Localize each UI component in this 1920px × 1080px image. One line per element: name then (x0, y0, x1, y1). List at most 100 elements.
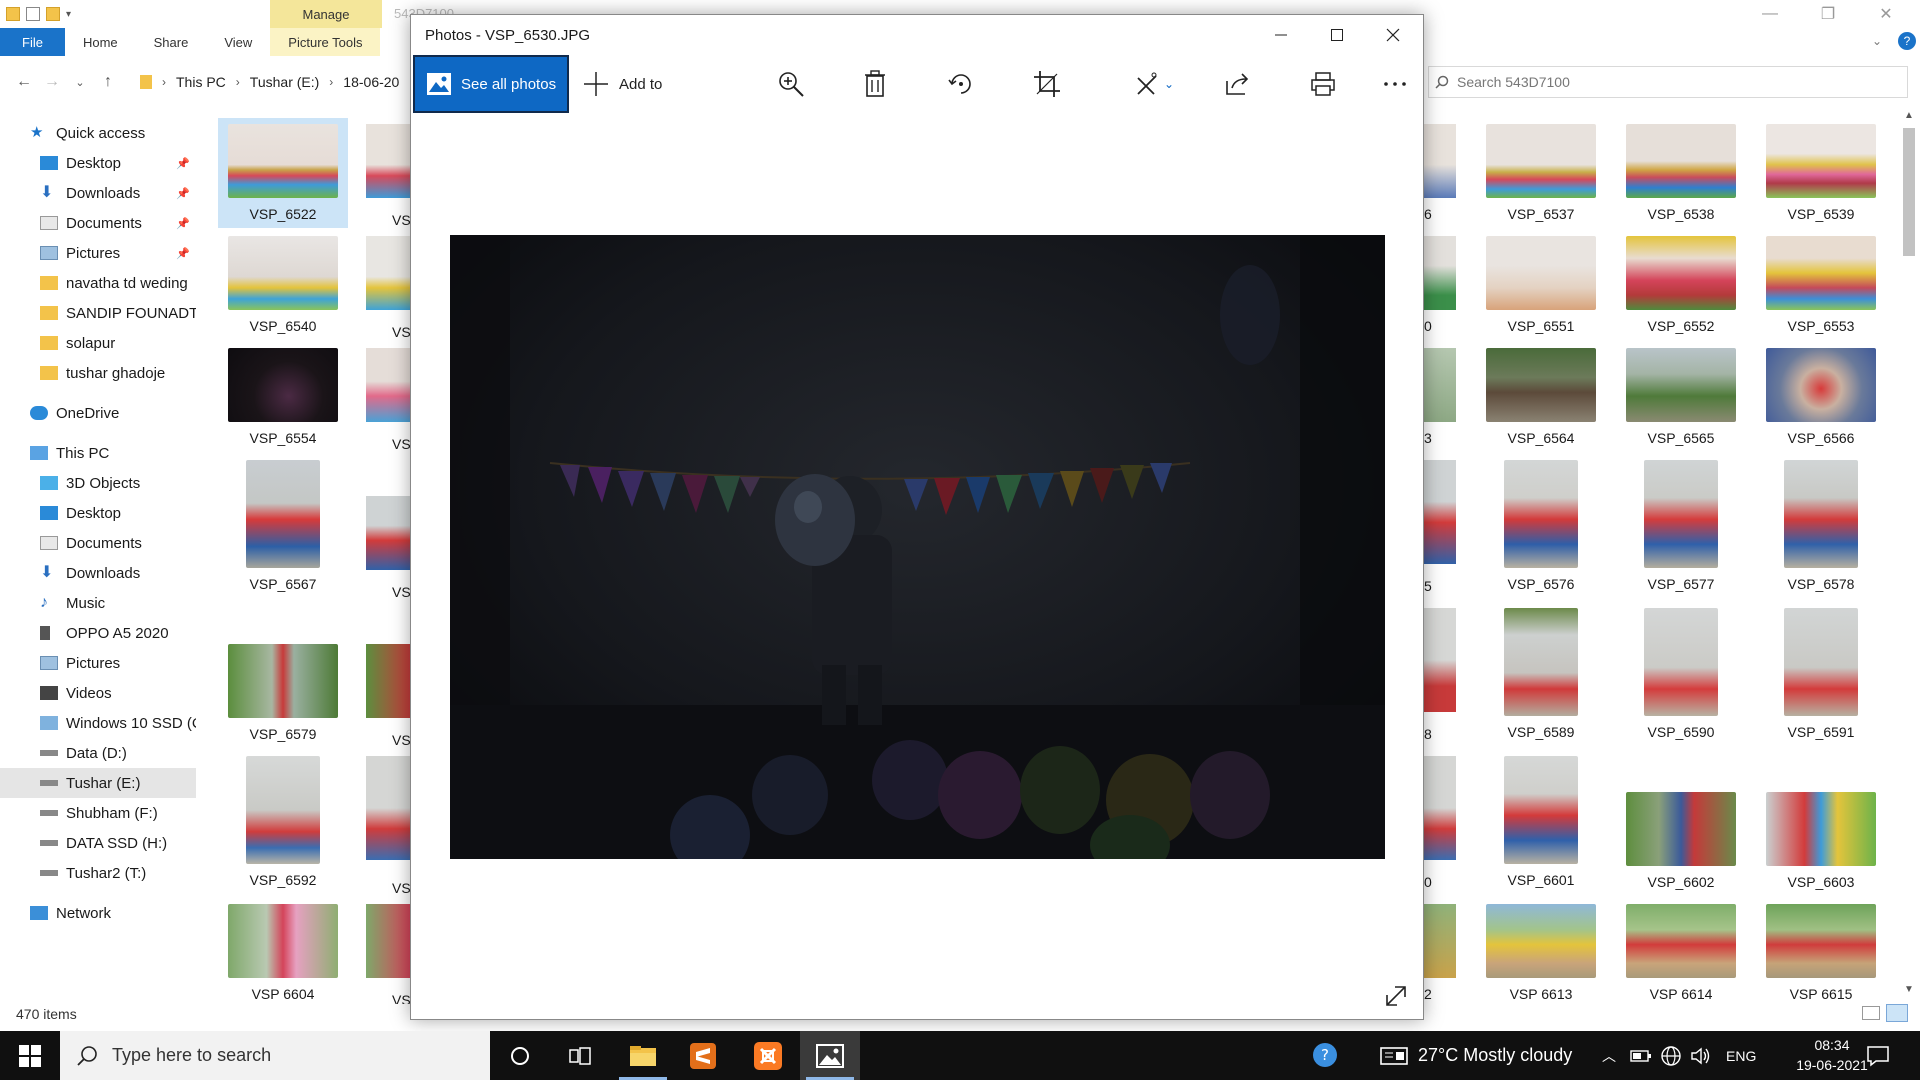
action-center-button[interactable] (1866, 1031, 1890, 1080)
cortana-button[interactable] (490, 1031, 550, 1080)
nav-item-desktop[interactable]: Desktop (0, 498, 196, 528)
add-to-button[interactable]: Add to (583, 69, 662, 99)
nav-network[interactable]: Network (0, 898, 196, 928)
file-item[interactable]: VSP_6567 (218, 460, 348, 592)
explorer-minimize-button[interactable]: — (1742, 0, 1798, 28)
nav-item-pictures[interactable]: Pictures 📌 (0, 238, 196, 268)
tab-share[interactable]: Share (136, 28, 207, 56)
file-item[interactable]: VSP_6540 (218, 236, 348, 334)
fullscreen-button[interactable] (1381, 981, 1411, 1011)
nav-item-drive-selected[interactable]: Tushar (E:) (0, 768, 196, 798)
file-item[interactable]: VSP_6591 (1756, 608, 1886, 740)
search-input[interactable]: Search 543D7100 (1428, 66, 1908, 98)
nav-item-downloads[interactable]: ⬇ Downloads (0, 558, 196, 588)
scrollbar-thumb[interactable] (1903, 128, 1915, 256)
nav-item-music[interactable]: ♪ Music (0, 588, 196, 618)
nav-item-folder[interactable]: SANDIP FOUNADTI( (0, 298, 196, 328)
crop-button[interactable] (1027, 65, 1067, 103)
breadcrumb-this-pc[interactable]: This PC (176, 74, 226, 90)
see-all-photos-button[interactable]: See all photos (413, 55, 569, 113)
rotate-button[interactable] (941, 65, 981, 103)
file-item[interactable]: VSP_6553 (1756, 236, 1886, 334)
manage-contextual-tab[interactable]: Manage (270, 0, 382, 28)
customize-qat-icon[interactable]: ▾ (66, 9, 71, 20)
file-item[interactable]: VSP_6522 (218, 118, 348, 228)
delete-button[interactable] (855, 65, 895, 103)
file-item[interactable]: VSP_6579 (218, 644, 348, 742)
explorer-close-button[interactable]: ✕ (1858, 0, 1914, 28)
file-explorer-taskbar-button[interactable] (613, 1031, 673, 1080)
xampp-taskbar-button[interactable] (738, 1031, 798, 1080)
nav-item-pictures[interactable]: Pictures (0, 648, 196, 678)
file-item[interactable]: VSP_6601 (1476, 756, 1606, 888)
file-item[interactable]: VSP_6576 (1476, 460, 1606, 592)
file-item-label[interactable]: VS (392, 324, 410, 340)
file-item[interactable]: VSP_6565 (1616, 348, 1746, 446)
file-item[interactable]: VSP_6539 (1756, 124, 1886, 222)
tab-picture-tools[interactable]: Picture Tools (270, 28, 381, 56)
file-item[interactable]: VSP_6592 (218, 756, 348, 888)
file-item[interactable]: VSP_6602 (1616, 792, 1746, 890)
explorer-restore-button[interactable]: ❐ (1800, 0, 1856, 28)
nav-item-3d-objects[interactable]: 3D Objects (0, 468, 196, 498)
new-folder-icon[interactable] (46, 7, 60, 21)
nav-item-drive[interactable]: Tushar2 (T:) (0, 858, 196, 888)
ribbon-expand-icon[interactable]: ⌄ (1872, 34, 1882, 48)
network-globe-icon[interactable] (1660, 1031, 1682, 1080)
language-indicator[interactable]: ENG (1726, 1031, 1756, 1080)
more-options-button[interactable] (1375, 65, 1415, 103)
address-bar[interactable]: › This PC › Tushar (E:) › 18-06-20 (136, 64, 420, 100)
breadcrumb-folder[interactable]: 18-06-20 (343, 74, 399, 90)
file-item-label[interactable]: VS (392, 212, 410, 228)
properties-icon[interactable] (26, 7, 40, 21)
file-item[interactable]: VSP_6552 (1616, 236, 1746, 334)
nav-item-downloads[interactable]: ⬇ Downloads 📌 (0, 178, 196, 208)
minimize-button[interactable] (1253, 15, 1309, 55)
nav-item-drive[interactable]: Windows 10 SSD (C (0, 708, 196, 738)
weather-widget[interactable]: 27°C Mostly cloudy (1380, 1031, 1572, 1080)
file-item-label[interactable]: VS (392, 880, 410, 896)
breadcrumb-drive[interactable]: Tushar (E:) (250, 74, 320, 90)
file-item-label[interactable]: VS (392, 584, 410, 600)
tab-file[interactable]: File (0, 28, 65, 56)
file-item[interactable]: VSP_6537 (1476, 124, 1606, 222)
zoom-in-button[interactable] (771, 65, 811, 103)
nav-item-folder[interactable]: navatha td weding (0, 268, 196, 298)
file-item[interactable]: VSP_6551 (1476, 236, 1606, 334)
nav-item-documents[interactable]: Documents 📌 (0, 208, 196, 238)
nav-item-folder[interactable]: tushar ghadoje (0, 358, 196, 388)
file-item[interactable]: VSP 6613 (1476, 904, 1606, 1002)
help-tray-button[interactable]: ? (1310, 1031, 1340, 1080)
details-view-icon[interactable] (1862, 1006, 1880, 1020)
file-item[interactable]: VSP 6615 (1756, 904, 1886, 1002)
file-item[interactable]: VSP_6577 (1616, 460, 1746, 592)
maximize-button[interactable] (1309, 15, 1365, 55)
file-item[interactable]: VSP_6578 (1756, 460, 1886, 592)
file-item[interactable]: VSP_6564 (1476, 348, 1606, 446)
share-button[interactable] (1217, 65, 1257, 103)
photos-taskbar-button[interactable] (800, 1031, 860, 1080)
file-item[interactable]: VSP_6590 (1616, 608, 1746, 740)
photo-viewer-image[interactable] (450, 235, 1385, 859)
nav-item-drive[interactable]: Data (D:) (0, 738, 196, 768)
forward-arrow-icon[interactable]: → (38, 73, 66, 91)
folder-icon[interactable] (6, 7, 20, 21)
recent-locations-icon[interactable]: ⌄ (66, 76, 94, 89)
sublime-text-taskbar-button[interactable] (673, 1031, 733, 1080)
show-hidden-icons-button[interactable]: ︿ (1602, 1031, 1616, 1080)
task-view-button[interactable] (550, 1031, 610, 1080)
system-clock[interactable]: 08:34 19-06-2021 (1788, 1035, 1876, 1075)
nav-item-folder[interactable]: solapur (0, 328, 196, 358)
scroll-down-icon[interactable]: ▼ (1904, 984, 1914, 995)
file-item[interactable]: VSP_6603 (1756, 792, 1886, 890)
file-item[interactable]: VSP_6538 (1616, 124, 1746, 222)
taskbar-search-box[interactable]: Type here to search (60, 1031, 490, 1080)
scroll-up-icon[interactable]: ▲ (1904, 110, 1914, 121)
nav-this-pc[interactable]: This PC (0, 438, 196, 468)
help-icon[interactable]: ? (1898, 32, 1916, 50)
edit-create-button[interactable]: ⌄ (1127, 65, 1181, 103)
nav-quick-access[interactable]: ★ Quick access (0, 118, 196, 148)
nav-item-documents[interactable]: Documents (0, 528, 196, 558)
back-arrow-icon[interactable]: ← (10, 73, 38, 91)
file-item-label[interactable]: VS (392, 992, 410, 1004)
